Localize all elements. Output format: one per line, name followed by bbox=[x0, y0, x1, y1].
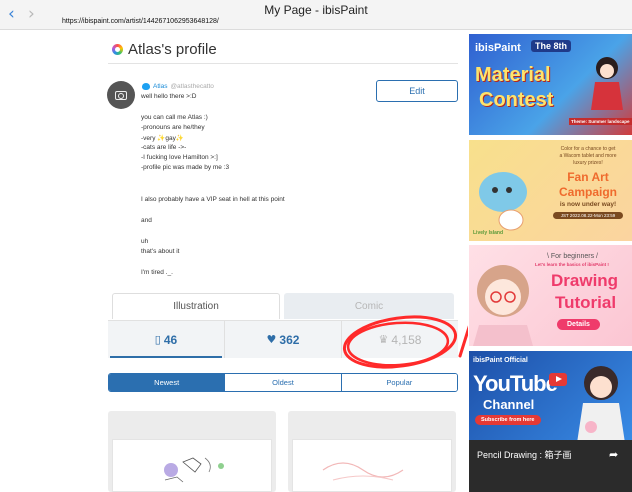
sort-oldest[interactable]: Oldest bbox=[224, 374, 341, 391]
banner-line-2: a Wacom tablet and more bbox=[559, 153, 617, 159]
bio-line: -I fucking love Hamilton >:] bbox=[141, 154, 218, 161]
sketch-thumbnail bbox=[322, 462, 404, 481]
artwork-card[interactable] bbox=[288, 411, 456, 492]
twitter-handle: @atlasthecatto bbox=[170, 83, 214, 90]
sort-popular[interactable]: Popular bbox=[340, 374, 457, 391]
youtube-play-icon bbox=[549, 373, 567, 386]
banner-title-1: Drawing bbox=[551, 271, 619, 290]
banner-title-2: Campaign bbox=[558, 185, 617, 199]
bio-line: -very ✨gay✨ bbox=[141, 135, 184, 142]
twitter-bird-icon bbox=[142, 83, 150, 90]
divider bbox=[108, 63, 458, 64]
artwork-icon: ▯ bbox=[154, 333, 161, 346]
banner-theme: Theme: Summer landscape bbox=[569, 118, 632, 125]
twitter-name[interactable]: Atlas bbox=[153, 83, 167, 90]
banner-youtube-channel[interactable]: ibisPaint Official YouTube Channel Subsc… bbox=[469, 351, 632, 452]
camera-icon bbox=[115, 90, 127, 100]
sketch-thumbnail bbox=[164, 457, 224, 483]
bio-line: well hello there >:D bbox=[141, 93, 197, 100]
banner-title-1: Material bbox=[475, 64, 551, 86]
bio-line: you can call me Atlas :) bbox=[141, 114, 208, 121]
banner-character-illustration bbox=[473, 265, 533, 346]
banner-character-illustration bbox=[479, 172, 527, 231]
share-icon[interactable]: ➦ bbox=[609, 448, 618, 461]
banner-line-2: Let's learn the basics of ibisPaint ! bbox=[535, 262, 609, 267]
crown-icon: ♛ bbox=[378, 333, 389, 346]
banner-material-contest[interactable]: ibisPaint The 8th Material Contest Theme… bbox=[469, 34, 632, 135]
sort-segmented-control: Newest Oldest Popular bbox=[108, 373, 458, 392]
twitter-link[interactable]: Atlas @atlasthecatto bbox=[142, 83, 214, 90]
banner-subtitle: is now under way! bbox=[559, 201, 617, 208]
artwork-thumbnail[interactable] bbox=[112, 439, 272, 492]
banner-brand: ibisPaint bbox=[475, 42, 521, 54]
banner-title-2: Tutorial bbox=[555, 293, 617, 312]
sort-newest[interactable]: Newest bbox=[109, 374, 225, 391]
bio-line: -profile pic was made by me :3 bbox=[141, 164, 230, 171]
stat-ranking-value: 4,158 bbox=[391, 332, 422, 347]
edit-button[interactable]: Edit bbox=[376, 80, 458, 102]
tab-comic[interactable]: Comic bbox=[284, 293, 454, 319]
bio-line: and bbox=[141, 217, 152, 224]
url-bar[interactable]: https://ibispaint.com/artist/14426710629… bbox=[62, 18, 219, 25]
ibispaint-logo-icon bbox=[112, 44, 123, 55]
stat-artworks[interactable]: ▯ 46 bbox=[108, 321, 224, 358]
banner-title-1: Fan Art bbox=[567, 170, 609, 184]
stat-likes[interactable]: ♥ 362 bbox=[224, 321, 341, 358]
banner-details-button[interactable]: Details bbox=[557, 319, 600, 330]
main-content: Atlas's profile Atlas @atlasthecatto Edi… bbox=[0, 31, 468, 492]
page-title-text: Atlas's profile bbox=[128, 41, 217, 58]
bio-line: that's about it bbox=[141, 248, 180, 255]
stat-artworks-value: 46 bbox=[163, 332, 178, 347]
browser-toolbar: ‹ › My Page - ibisPaint https://ibispain… bbox=[0, 0, 632, 30]
banner-brand: Lively Island bbox=[473, 230, 504, 236]
banner-title: YouTube bbox=[473, 371, 558, 396]
banner-label: ibisPaint Official bbox=[473, 357, 528, 364]
banner-badge: The 8th bbox=[531, 40, 572, 52]
bio-line: I'm tired ._. bbox=[141, 269, 173, 276]
bio-line: -pronouns are he/they bbox=[141, 124, 205, 131]
banner-fan-art-campaign[interactable]: Color for a chance to get a Wacom tablet… bbox=[469, 140, 632, 241]
stats-bar: ▯ 46 ♥ 362 ♛ 4,158 bbox=[108, 320, 458, 358]
banner-line-1: Color for a chance to get bbox=[560, 146, 616, 152]
banner-line-3: luxury prizes! bbox=[573, 160, 603, 166]
banner-character-illustration bbox=[577, 366, 625, 443]
banner-drawing-tutorial[interactable]: \ For beginners / Let's learn the basics… bbox=[469, 245, 632, 346]
banner-title-2: Contest bbox=[479, 89, 554, 111]
stat-ranking[interactable]: ♛ 4,158 bbox=[341, 321, 458, 358]
stat-likes-value: 362 bbox=[279, 332, 300, 347]
bio-line: -cats are life ->- bbox=[141, 144, 187, 151]
banner-date: JST 2022.08.22-Mon 23:59 bbox=[553, 212, 623, 219]
artwork-card[interactable] bbox=[108, 411, 276, 492]
banner-subscribe-button[interactable]: Subscribe from here bbox=[475, 415, 541, 425]
banner-subtitle: Channel bbox=[483, 397, 535, 412]
banner-title: Pencil Drawing : 箱子画 bbox=[477, 450, 572, 460]
banner-pencil-drawing-video[interactable]: Pencil Drawing : 箱子画 ➦ bbox=[469, 440, 632, 492]
sidebar-banners: ibisPaint The 8th Material Contest Theme… bbox=[468, 31, 632, 492]
avatar[interactable] bbox=[107, 81, 135, 109]
window-title: My Page - ibisPaint bbox=[264, 3, 368, 17]
tab-illustration[interactable]: Illustration bbox=[112, 293, 280, 319]
banner-character-illustration bbox=[591, 57, 623, 110]
banner-line-1: \ For beginners / bbox=[547, 253, 598, 260]
page-title: Atlas's profile bbox=[112, 41, 217, 58]
heart-icon: ♥ bbox=[266, 333, 277, 346]
bio-line: uh bbox=[141, 238, 149, 245]
artwork-thumbnail[interactable] bbox=[292, 439, 452, 492]
bio-line: I also probably have a VIP seat in hell … bbox=[141, 196, 285, 203]
